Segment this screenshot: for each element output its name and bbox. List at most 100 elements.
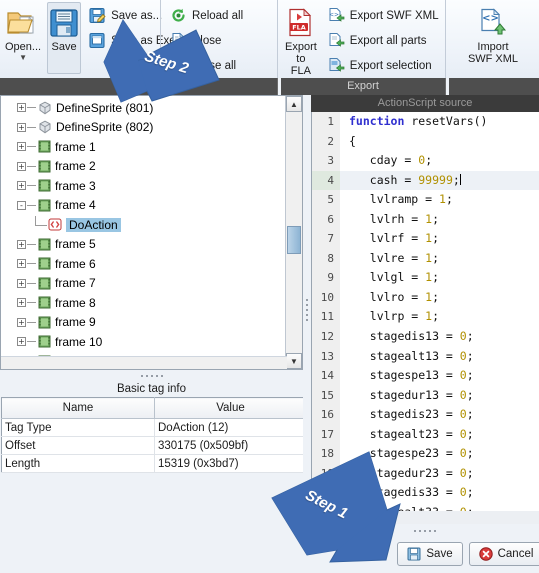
tree-item-label: frame 9 bbox=[55, 315, 96, 330]
save-dialog-label: Save bbox=[426, 548, 453, 560]
tree-expander-toggle[interactable]: + bbox=[17, 142, 26, 152]
code-line[interactable]: 13 stagealt13 = 0; bbox=[312, 346, 539, 367]
tree-item-label: frame 5 bbox=[55, 237, 96, 252]
code-token: stagealt23 = bbox=[349, 426, 460, 441]
code-line[interactable]: 20 stagedis33 = 0; bbox=[312, 483, 539, 503]
line-number: 18 bbox=[312, 444, 340, 464]
tree-item[interactable]: + DefineSprite (802) bbox=[1, 118, 286, 138]
tree-item[interactable]: + frame 5 bbox=[1, 235, 286, 255]
code-token: 0 bbox=[459, 485, 467, 500]
code-line[interactable]: 9 lvlgl = 1; bbox=[312, 268, 539, 288]
code-line[interactable]: 2{ bbox=[312, 131, 539, 152]
code-line[interactable]: 14 stagespe13 = 0; bbox=[312, 366, 539, 386]
code-line[interactable]: 7 lvlrf = 1; bbox=[312, 229, 539, 249]
tree-vertical-scrollbar[interactable]: ▲ ▼ bbox=[285, 96, 302, 369]
actionscript-source-editor[interactable]: 1 function resetVars() 2{3 cday = 0; 4 cash… bbox=[311, 112, 539, 511]
tree-expander-toggle[interactable]: + bbox=[17, 103, 26, 113]
close-button[interactable]: Close bbox=[167, 28, 250, 53]
code-line[interactable]: 15 stagedur13 = 0; bbox=[312, 385, 539, 406]
main-vertical-splitter[interactable] bbox=[303, 95, 311, 525]
tree-expander-toggle[interactable]: + bbox=[17, 259, 26, 269]
tree-item[interactable]: - frame 4 bbox=[1, 196, 286, 216]
code-token: stagedis23 = bbox=[349, 407, 460, 422]
close-all-button[interactable]: Close all bbox=[167, 53, 250, 78]
right-horizontal-splitter[interactable] bbox=[311, 525, 539, 537]
export-selection-button[interactable]: Export selection bbox=[325, 53, 446, 78]
code-line[interactable]: 3 cday = 0; bbox=[312, 151, 539, 171]
tree-item[interactable]: + frame 7 bbox=[1, 274, 286, 294]
code-line[interactable]: 8 lvlre = 1; bbox=[312, 248, 539, 269]
tag-tree[interactable]: + DefineSprite (801) + DefineSprite (802) + f… bbox=[1, 96, 286, 369]
left-horizontal-splitter[interactable] bbox=[0, 370, 303, 381]
tree-item-selected[interactable]: DoAction bbox=[1, 215, 286, 235]
tree-scroll-thumb[interactable] bbox=[287, 226, 301, 254]
tree-horizontal-scrollbar[interactable] bbox=[1, 356, 287, 369]
code-text: cday = 0; bbox=[340, 151, 539, 171]
frame-icon bbox=[38, 277, 51, 290]
table-row[interactable]: Length 15319 (0x3bd7) bbox=[1, 454, 307, 473]
export-all-parts-button[interactable]: Export all parts bbox=[325, 28, 446, 53]
tree-expander-toggle[interactable]: + bbox=[17, 298, 26, 308]
actionscript-source-title: ActionScript source bbox=[311, 95, 539, 112]
tree-item[interactable]: + frame 1 bbox=[1, 137, 286, 157]
code-line[interactable]: 16 stagedis23 = 0; bbox=[312, 405, 539, 425]
group-title-file bbox=[0, 78, 278, 95]
code-line[interactable]: 21 stagealt33 = 0; bbox=[312, 502, 539, 511]
scroll-up-arrow[interactable]: ▲ bbox=[286, 96, 302, 112]
code-line[interactable]: 18 stagespe23 = 0; bbox=[312, 444, 539, 464]
export-swf-xml-label: Export SWF XML bbox=[349, 9, 439, 22]
scroll-down-arrow[interactable]: ▼ bbox=[286, 353, 302, 369]
code-scroll-thumb[interactable] bbox=[313, 512, 391, 522]
tree-item[interactable]: + frame 6 bbox=[1, 254, 286, 274]
export-to-fla-button[interactable]: FLA Export to FLA bbox=[284, 2, 318, 77]
tree-expander-toggle[interactable]: - bbox=[17, 200, 26, 210]
code-line[interactable]: 10 lvlro = 1; bbox=[312, 287, 539, 308]
open-button[interactable]: Open... ▼ bbox=[4, 2, 42, 74]
table-row[interactable]: Tag Type DoAction (12) bbox=[1, 418, 307, 437]
code-token: lvlro = bbox=[349, 289, 426, 304]
code-lines[interactable]: 1 function resetVars() 2{3 cday = 0; 4 cash… bbox=[312, 112, 539, 511]
code-token: { bbox=[349, 133, 356, 148]
import-swf-xml-button[interactable]: <> Import SWF XML bbox=[456, 2, 530, 74]
tree-item[interactable]: + frame 10 bbox=[1, 332, 286, 352]
code-line[interactable]: 19 stagedur23 = 0; bbox=[312, 463, 539, 484]
code-text: function resetVars() bbox=[340, 112, 539, 132]
tag-info-table: Name Value Tag Type DoAction (12) Offset 33… bbox=[1, 397, 307, 473]
code-token: ; bbox=[452, 172, 460, 187]
code-line[interactable]: 6 lvlrh = 1; bbox=[312, 209, 539, 230]
tree-expander-toggle[interactable]: + bbox=[17, 181, 26, 191]
close-doc-icon bbox=[170, 32, 187, 49]
tree-expander-toggle[interactable]: + bbox=[17, 122, 26, 132]
cancel-dialog-button[interactable]: Cancel bbox=[469, 542, 539, 566]
code-token: resetVars() bbox=[411, 114, 488, 128]
tree-item[interactable]: + frame 8 bbox=[1, 293, 286, 313]
chevron-down-icon[interactable]: ▼ bbox=[19, 54, 27, 62]
tree-expander-toggle[interactable]: + bbox=[17, 161, 26, 171]
save-button[interactable]: Save bbox=[47, 2, 82, 74]
export-swf-xml-button[interactable]: <> Export SWF XML bbox=[325, 3, 446, 28]
code-horizontal-scrollbar[interactable] bbox=[311, 511, 539, 524]
code-line[interactable]: 17 stagealt23 = 0; bbox=[312, 424, 539, 445]
code-token: ; bbox=[425, 153, 433, 168]
code-text: stagedis23 = 0; bbox=[340, 405, 539, 425]
tree-expander-toggle[interactable]: + bbox=[17, 337, 26, 347]
tree-connector bbox=[27, 341, 36, 343]
code-line[interactable]: 11 lvlrp = 1; bbox=[312, 307, 539, 328]
code-line[interactable]: 4 cash = 99999; bbox=[312, 170, 539, 191]
tree-item[interactable]: + frame 3 bbox=[1, 176, 286, 196]
table-row[interactable]: Offset 330175 (0x509bf) bbox=[1, 436, 307, 455]
tree-expander-toggle[interactable]: + bbox=[17, 317, 26, 327]
code-line[interactable]: 5 lvlramp = 1; bbox=[312, 190, 539, 210]
tree-expander-toggle[interactable]: + bbox=[17, 278, 26, 288]
tree-connector bbox=[27, 263, 36, 265]
tree-item[interactable]: + frame 2 bbox=[1, 157, 286, 177]
code-text: lvlramp = 1; bbox=[340, 190, 539, 210]
tree-expander-toggle[interactable]: + bbox=[17, 239, 26, 249]
save-dialog-button[interactable]: Save bbox=[397, 542, 463, 566]
reload-all-button[interactable]: Reload all bbox=[167, 3, 250, 28]
tree-item[interactable]: + DefineSprite (801) bbox=[1, 98, 286, 118]
code-line[interactable]: 1 function resetVars() bbox=[312, 112, 539, 132]
code-line[interactable]: 12 stagedis13 = 0; bbox=[312, 327, 539, 347]
tree-item[interactable]: + frame 9 bbox=[1, 313, 286, 333]
